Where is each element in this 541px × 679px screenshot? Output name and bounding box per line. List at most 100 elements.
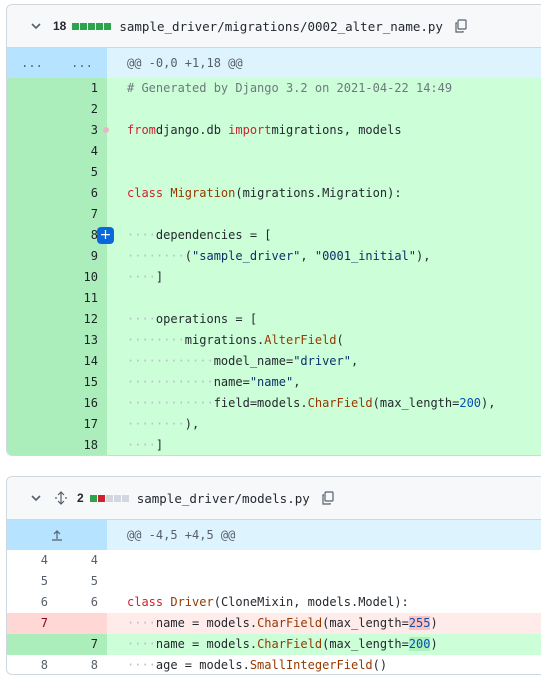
code-line: class Migration(migrations.Migration): (107, 183, 541, 204)
copy-icon[interactable] (320, 490, 336, 506)
old-line-number (7, 162, 57, 183)
old-line-number (7, 351, 57, 372)
diffstat-block (121, 494, 129, 502)
marker-dot (103, 127, 109, 133)
new-line-number[interactable]: 7 (57, 204, 107, 225)
diff-row-added: 2 (7, 99, 541, 120)
new-line-number[interactable]: 8 (57, 655, 107, 674)
new-line-number[interactable]: 14 (57, 351, 107, 372)
code-line: ············model_name="driver", (107, 351, 541, 372)
diff-row-added: 14 ············model_name="driver", (7, 351, 541, 372)
diff-count: 18 (53, 19, 67, 33)
code-line: ············field=models.CharField(max_l… (107, 393, 541, 414)
new-line-number[interactable]: 11 (57, 288, 107, 309)
file-path-link[interactable]: sample_driver/migrations/0002_alter_name… (119, 19, 443, 34)
new-line-number[interactable]: 6 (57, 592, 107, 613)
code-line: ····name = models.CharField(max_length=2… (107, 634, 541, 655)
diff-row-added: 9 ········("sample_driver", "0001_initial… (7, 246, 541, 267)
diff-row-added: 5 (7, 162, 541, 183)
old-line-number (7, 288, 57, 309)
diff-lines: 4 4 5 5 6 6 class Driver(CloneMixin, models.Mo… (7, 550, 541, 674)
diff-row-added: 11 (7, 288, 541, 309)
old-line-number (7, 78, 57, 99)
new-line-number[interactable]: 16 (57, 393, 107, 414)
old-line-number (7, 414, 57, 435)
new-line-number[interactable]: 4 (57, 141, 107, 162)
hunk-left-marker: ... (7, 48, 57, 78)
hunk-text: @@ -4,5 +4,5 @@ (127, 528, 236, 542)
new-line-number[interactable]: 9 (57, 246, 107, 267)
new-line-number[interactable]: 1 (57, 78, 107, 99)
code-line: ············name="name", (107, 372, 541, 393)
diff-row-added: 15 ············name="name", (7, 372, 541, 393)
new-line-number[interactable]: 7 (57, 634, 107, 655)
diff-row-added: 13 ········migrations.AlterField( (7, 330, 541, 351)
new-line-number[interactable]: 5 (57, 162, 107, 183)
new-line-number[interactable]: 3 (57, 120, 107, 141)
old-line-number[interactable]: 4 (7, 550, 57, 571)
code-line (107, 288, 541, 309)
old-line-number (7, 183, 57, 204)
old-line-number[interactable]: 7 (7, 613, 57, 634)
new-line-number[interactable]: 2 (57, 99, 107, 120)
hunk-right-marker: ... (57, 48, 107, 78)
old-line-number[interactable] (7, 634, 57, 655)
file-path-link[interactable]: sample_driver/models.py (137, 491, 310, 506)
diff-row-added: 16 ············field=models.CharField(max… (7, 393, 541, 414)
hunk-header: @@ -4,5 +4,5 @@ (7, 520, 541, 550)
diffstat-block (72, 22, 80, 30)
diffstat-block (80, 22, 88, 30)
old-line-number (7, 435, 57, 455)
code-line: ····] (107, 435, 541, 455)
old-line-number (7, 120, 57, 141)
new-line-number[interactable]: 4 (57, 550, 107, 571)
copy-icon[interactable] (453, 18, 469, 34)
old-line-number (7, 99, 57, 120)
code-line: ····] (107, 267, 541, 288)
hunk-header: ... ... @@ -0,0 +1,18 @@ (7, 48, 541, 78)
new-line-number[interactable]: 17 (57, 414, 107, 435)
diffstat-bars (72, 22, 112, 30)
old-line-number[interactable]: 8 (7, 655, 57, 674)
old-line-number (7, 141, 57, 162)
chevron-down-icon[interactable] (29, 19, 43, 33)
expand-icon[interactable] (53, 490, 69, 506)
new-line-number[interactable]: 13 (57, 330, 107, 351)
new-line-number[interactable]: 18 (57, 435, 107, 455)
old-line-number (7, 372, 57, 393)
diff-row-added: 6 class Migration(migrations.Migration): (7, 183, 541, 204)
new-line-number[interactable]: 10 (57, 267, 107, 288)
code-line: ····name = models.CharField(max_length=2… (107, 613, 541, 634)
code-line (107, 204, 541, 225)
diff-row-added: 12 ····operations = [ (7, 309, 541, 330)
new-line-number[interactable]: 5 (57, 571, 107, 592)
chevron-down-icon[interactable] (29, 491, 43, 505)
diff-row-added: 17 ········), (7, 414, 541, 435)
diffstat-block (96, 22, 104, 30)
code-line: # Generated by Django 3.2 on 2021-04-22 … (107, 78, 541, 99)
diff-row-added: 7 (7, 204, 541, 225)
expand-up-icon[interactable] (7, 520, 107, 550)
new-line-number[interactable]: 15 (57, 372, 107, 393)
old-line-number[interactable]: 5 (7, 571, 57, 592)
add-comment-icon[interactable]: + (97, 227, 114, 244)
diff-row-added: 7 ····name = models.CharField(max_length=… (7, 634, 541, 655)
diffstat-block (97, 494, 105, 502)
diffstat-block (88, 22, 96, 30)
code-line: fromdjango.db importmigrations, models (107, 120, 541, 141)
new-line-number[interactable] (57, 613, 107, 634)
old-line-number (7, 330, 57, 351)
code-line (107, 99, 541, 120)
diffstat-block (104, 22, 112, 30)
old-line-number (7, 204, 57, 225)
code-line: ········), (107, 414, 541, 435)
code-line: ····dependencies = [ (107, 225, 541, 246)
old-line-number[interactable]: 6 (7, 592, 57, 613)
code-line: class Driver(CloneMixin, models.Model): (127, 595, 409, 609)
new-line-number[interactable]: 6 (57, 183, 107, 204)
diff-row-added: 3 fromdjango.db importmigrations, models (7, 120, 541, 141)
diff-row-added: 8 + ····dependencies = [ (7, 225, 541, 246)
new-line-number[interactable]: 12 (57, 309, 107, 330)
old-line-number (7, 309, 57, 330)
